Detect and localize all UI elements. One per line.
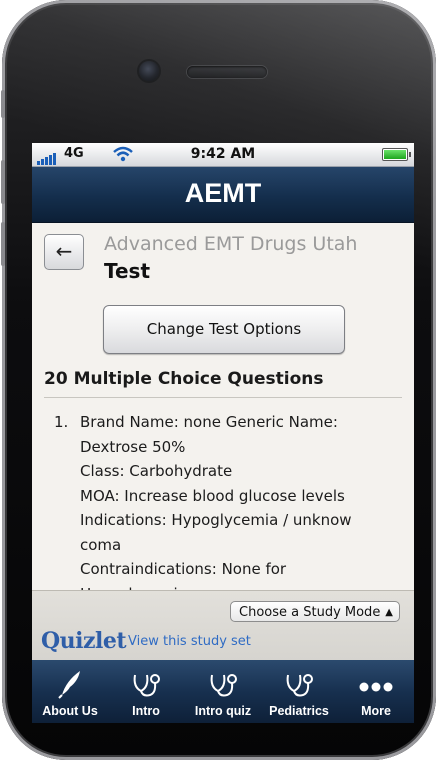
mute-switch — [1, 90, 5, 118]
tab-more[interactable]: More — [338, 660, 414, 723]
tab-label: Pediatrics — [269, 704, 329, 718]
tab-pediatrics[interactable]: Pediatrics — [261, 660, 337, 723]
tab-label: More — [361, 704, 391, 718]
stethoscope-icon — [133, 674, 160, 697]
tab-about-us[interactable]: About Us — [32, 660, 108, 723]
question-line: Class: Carbohydrate — [80, 462, 233, 480]
front-camera — [139, 61, 159, 81]
earpiece-speaker — [187, 66, 267, 78]
stethoscope-icon — [210, 674, 237, 697]
stethoscope-icon — [286, 674, 313, 697]
quizlet-logo: Quizlet — [41, 628, 127, 654]
study-set-content[interactable]: ← Advanced EMT Drugs Utah Test Change Te… — [32, 222, 414, 590]
tab-label: About Us — [42, 704, 98, 718]
question-line: Indications: Hypoglycemia / unknow — [80, 511, 352, 529]
tab-bar: About Us Intro Intro quiz Pediatrics Mor… — [32, 660, 414, 723]
battery-icon — [382, 148, 411, 161]
question-line: Brand Name: none Generic Name: — [80, 413, 338, 431]
quill-icon — [58, 671, 80, 699]
question-line: Hypoglycemia — [80, 582, 398, 591]
question-line: Dextrose 50% — [80, 437, 186, 456]
back-button[interactable]: ← — [44, 234, 84, 270]
phone-screen: 4G 9:42 AM AEMT ← Advanced EMT Drugs Uta… — [32, 143, 414, 723]
nav-title: AEMT — [32, 167, 414, 223]
questions-heading: 20 Multiple Choice Questions — [44, 369, 402, 398]
tab-label: Intro — [132, 704, 160, 718]
tab-label: Intro quiz — [194, 704, 252, 718]
page-subtitle: Test — [104, 259, 151, 283]
question-line: MOA: Increase blood glucose levels — [80, 486, 345, 505]
status-bar: 4G 9:42 AM — [32, 143, 414, 167]
tab-intro[interactable]: Intro — [108, 660, 184, 723]
question-number: 1. — [54, 413, 69, 431]
more-dots-icon — [359, 682, 393, 692]
volume-up-button — [1, 160, 5, 204]
view-study-set-link[interactable]: View this study set — [128, 634, 251, 649]
question-line: coma — [80, 535, 122, 554]
study-mode-select[interactable]: Choose a Study Mode ▲ — [230, 601, 400, 622]
quizlet-bar: Choose a Study Mode ▲ Quizlet View this … — [32, 590, 414, 661]
volume-down-button — [1, 222, 5, 266]
status-time: 9:42 AM — [190, 146, 256, 162]
study-set-title: Advanced EMT Drugs Utah — [104, 233, 358, 255]
question-line: Contraindications: None for — [80, 560, 287, 578]
question-text: Brand Name: none Generic Name: Dextrose … — [80, 410, 398, 590]
tab-intro-quiz[interactable]: Intro quiz — [185, 660, 261, 723]
change-test-options-button[interactable]: Change Test Options — [103, 305, 345, 354]
select-arrows-icon: ▲ — [385, 607, 393, 618]
study-mode-label: Choose a Study Mode — [239, 605, 381, 620]
